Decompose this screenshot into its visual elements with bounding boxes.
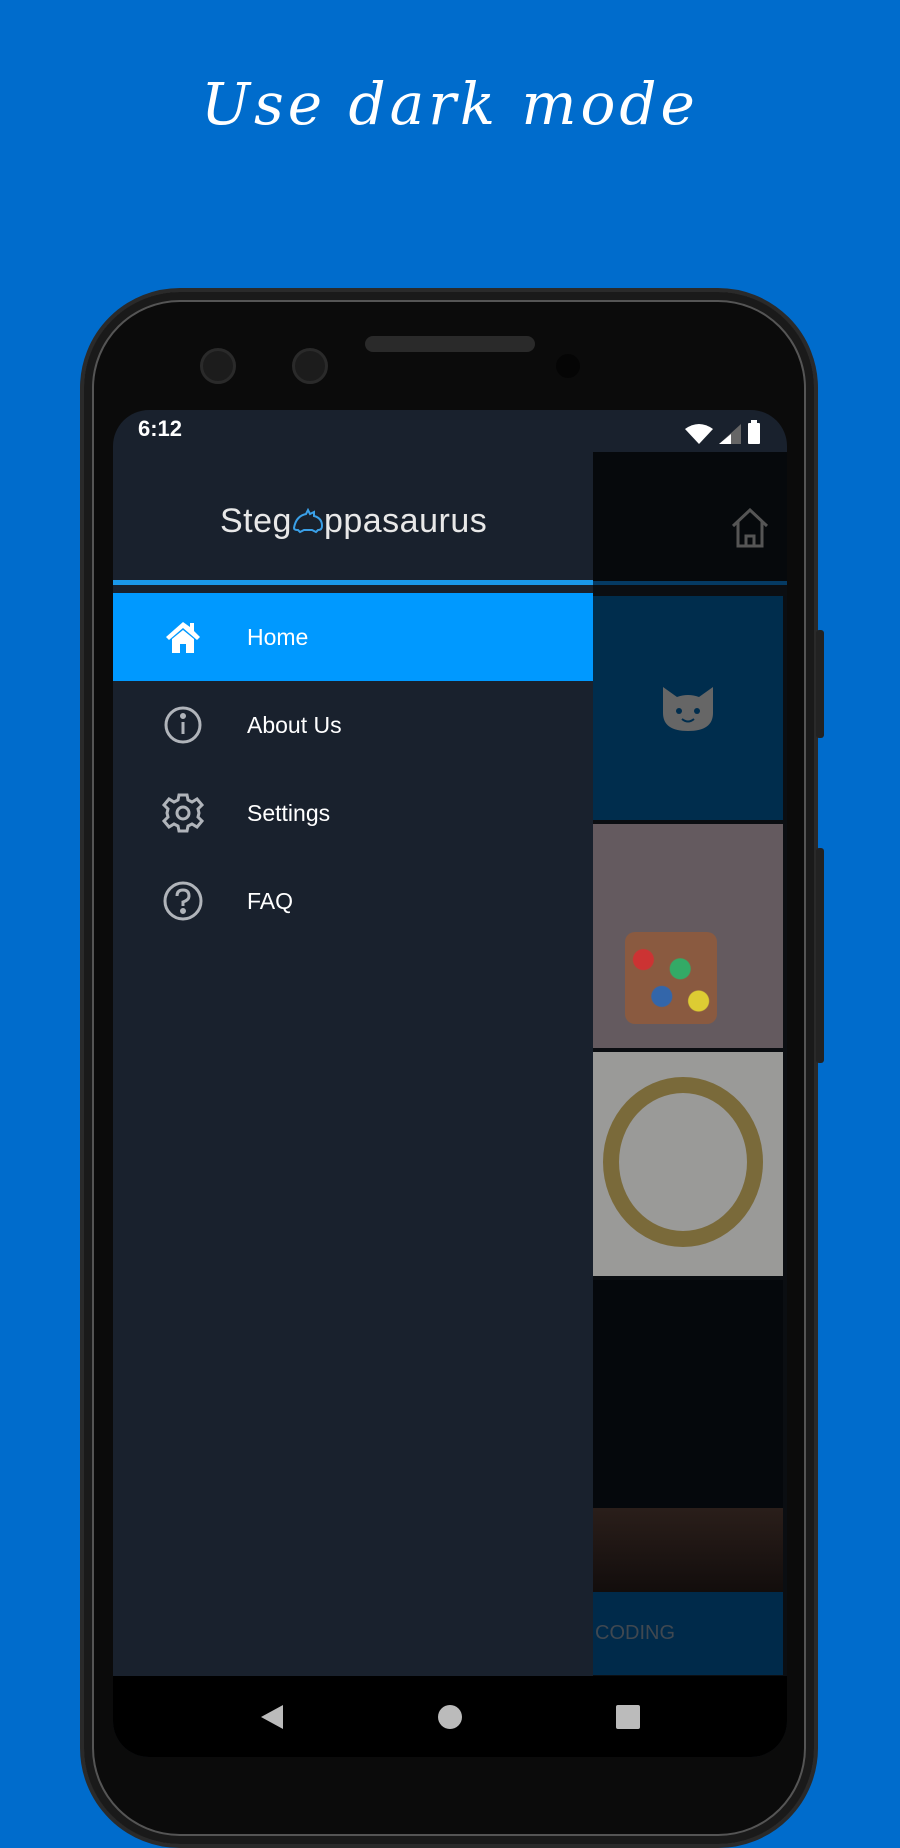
app-logo: Steg ppasaurus [220,502,487,541]
drawer-item-label: About Us [247,711,342,738]
speaker-grille [365,336,535,352]
camera-icon [292,348,328,384]
wifi-icon [685,424,713,444]
toolbar [593,452,787,585]
candies-image [625,932,717,1024]
drawer-header: Steg ppasaurus [113,452,593,585]
wreath-image [603,1077,763,1247]
logo-text: Steg [220,502,292,540]
headline: Use dark mode [201,70,699,138]
battery-icon [748,420,760,444]
status-bar: 6:12 [113,410,787,452]
signal-icon [719,424,741,444]
home-icon [166,622,200,653]
tile-candies[interactable] [593,824,783,1048]
back-icon[interactable] [259,1703,285,1731]
gear-icon [162,793,204,833]
tile-storm[interactable] [593,1508,783,1592]
tile-night-sky[interactable] [593,1280,783,1508]
coding-label: CODING [595,1622,675,1644]
logo-text: ppasaurus [323,502,488,540]
info-icon [164,706,202,744]
drawer-item-label: Home [247,623,309,650]
drawer-item-faq[interactable]: FAQ [113,857,593,945]
clock: 6:12 [138,416,183,441]
stegosaurus-icon [292,507,323,534]
navigation-drawer: Steg ppasaurus Home About Us Settings FAQ [113,452,593,1676]
home-circle-icon[interactable] [437,1704,463,1730]
cat-icon [663,687,713,731]
tile-wreath[interactable] [593,1052,783,1276]
recents-icon[interactable] [615,1704,641,1730]
drawer-item-home[interactable]: Home [113,593,593,681]
system-nav-bar [113,1676,787,1757]
power-button [816,630,824,738]
drawer-item-label: FAQ [247,887,294,914]
volume-button [816,848,824,1063]
camera-icon [200,348,236,384]
drawer-item-settings[interactable]: Settings [113,769,593,857]
sensor [556,354,580,378]
drawer-item-about-us[interactable]: About Us [113,681,593,769]
tile-coding[interactable]: CODING [593,1592,783,1675]
drawer-item-label: Settings [247,799,331,826]
help-icon [163,881,203,921]
home-outline-icon[interactable] [731,508,769,548]
main-content: CODING [593,452,787,1676]
tile-cat[interactable] [593,596,783,820]
screen: 6:12 CODING Steg ppasaurus Home About Us … [113,410,787,1757]
